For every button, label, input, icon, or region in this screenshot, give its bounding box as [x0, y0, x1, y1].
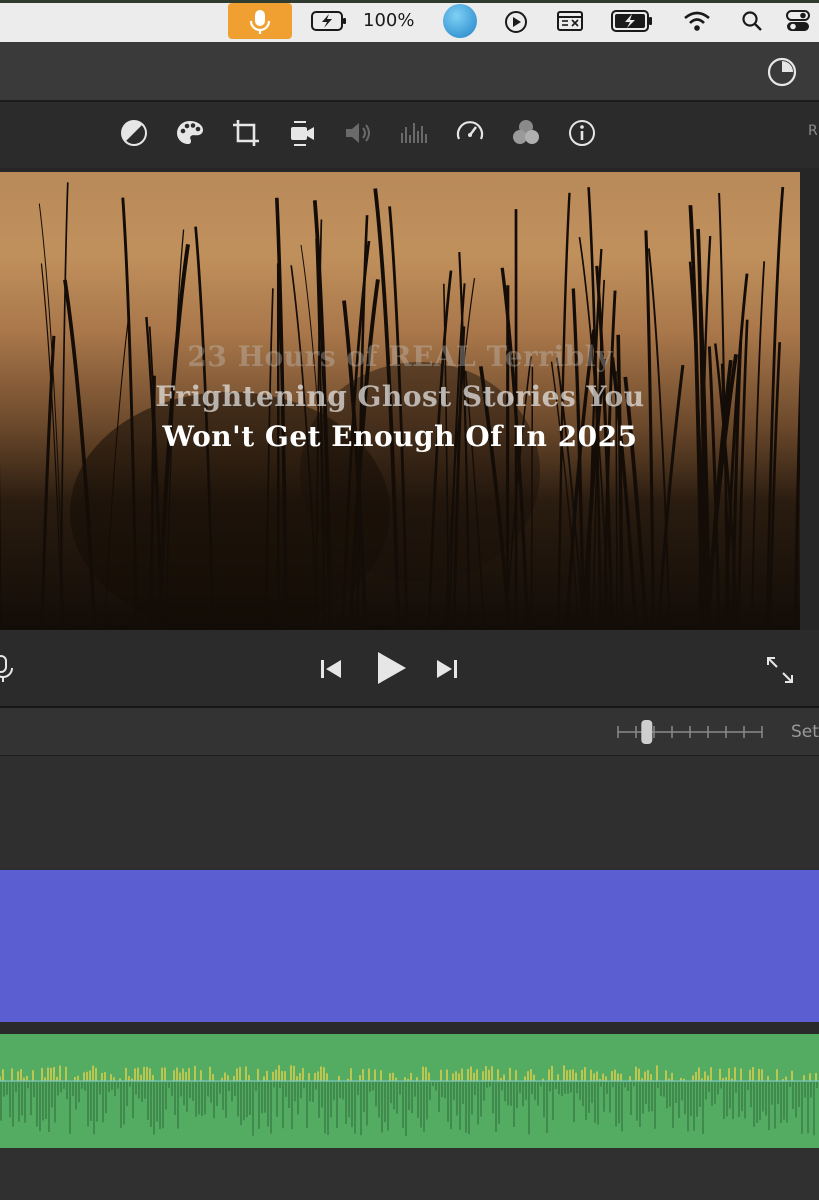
- timeline-footer: [0, 1148, 819, 1200]
- audio-clip[interactable]: [0, 1034, 819, 1148]
- color-palette-icon[interactable]: [174, 117, 206, 149]
- battery-charging-icon[interactable]: [310, 8, 348, 34]
- stabilization-icon[interactable]: [286, 117, 318, 149]
- share-pie-icon[interactable]: [766, 56, 798, 88]
- crop-icon[interactable]: [230, 117, 262, 149]
- siri-icon[interactable]: [443, 4, 477, 38]
- zoom-slider-knob[interactable]: [641, 720, 653, 744]
- speed-icon[interactable]: [454, 117, 486, 149]
- fullscreen-icon[interactable]: [764, 654, 796, 686]
- play-circle-icon[interactable]: [503, 9, 529, 35]
- info-icon[interactable]: [566, 117, 598, 149]
- skip-forward-icon[interactable]: [434, 656, 460, 682]
- color-balance-icon[interactable]: [118, 117, 150, 149]
- filter-icon[interactable]: [510, 117, 542, 149]
- empty-track: [0, 756, 819, 868]
- control-center-icon[interactable]: [784, 7, 812, 35]
- video-clip[interactable]: [0, 870, 819, 1022]
- audio-waveform: [0, 1065, 819, 1136]
- app-toolbar: [0, 42, 819, 102]
- equalizer-icon[interactable]: [398, 117, 430, 149]
- volume-icon[interactable]: [342, 117, 374, 149]
- zoom-slider[interactable]: [612, 716, 768, 748]
- title-line-2: Frightening Ghost Stories You: [155, 380, 645, 413]
- wifi-icon[interactable]: [682, 9, 712, 33]
- microphone-icon[interactable]: [0, 654, 14, 684]
- skip-back-icon[interactable]: [318, 656, 344, 682]
- search-icon[interactable]: [740, 9, 764, 33]
- keyboard-icon[interactable]: [556, 9, 584, 33]
- play-icon[interactable]: [372, 648, 412, 688]
- title-line-1: 23 Hours of REAL Terribly: [187, 340, 613, 373]
- microphone-icon: [249, 10, 271, 34]
- title-line-3: Won't Get Enough Of In 2025: [162, 420, 638, 453]
- toolbar-right-label: R: [808, 123, 818, 139]
- track-separator: [0, 1022, 819, 1034]
- battery-icon[interactable]: [610, 9, 654, 33]
- video-title-overlay: 23 Hours of REAL Terribly Frightening Gh…: [0, 337, 800, 457]
- settings-button[interactable]: Set: [791, 722, 819, 742]
- video-viewer[interactable]: 23 Hours of REAL Terribly Frightening Gh…: [0, 172, 800, 630]
- battery-percentage: 100%: [363, 10, 415, 31]
- mic-active-indicator[interactable]: [228, 3, 292, 39]
